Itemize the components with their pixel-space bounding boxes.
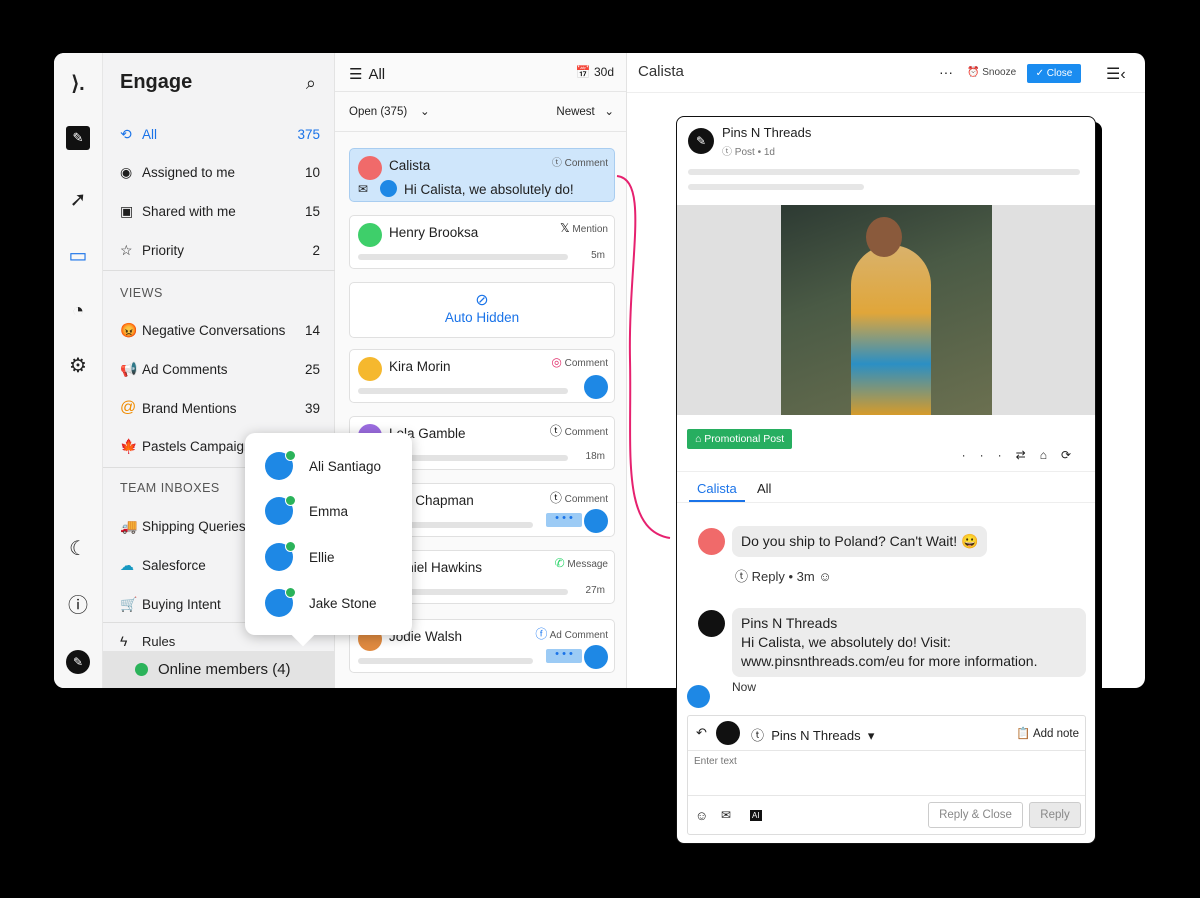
more-icon[interactable]: ··· [962,448,1016,462]
member-item[interactable]: Ali Santiago [265,450,382,481]
member-name: Ellie [309,549,335,565]
post-actions: ···⇄⌂⟳ [962,448,1085,462]
member-item[interactable]: Jake Stone [265,587,377,618]
label: Add note [1032,728,1079,740]
post-image-area [677,205,1095,415]
account-selector[interactable]: ⓣ Pins N Threads ▾ [751,725,874,744]
meta: Post • 1d [734,147,775,158]
divider [688,750,1085,751]
member-avatar [265,541,296,571]
model-figure [851,245,931,415]
customer-avatar [698,528,725,555]
template-icon[interactable]: ✉ [721,808,731,822]
post-meta: ⓣ Post • 1d [722,147,775,158]
message-text: Hi Calista, we absolutely do! Visit: www… [741,634,1038,669]
tab-calista[interactable]: Calista [689,481,745,502]
reply-close-button[interactable]: Reply & Close [928,802,1023,828]
message-meta: ⓣ Reply • 3m ☺ [735,569,832,584]
member-name: Ali Santiago [309,458,382,474]
reply-input[interactable] [694,756,1074,767]
author: Pins N Threads [741,615,838,631]
time: 3m [796,569,815,584]
member-item[interactable]: Emma [265,495,349,526]
divider [677,471,1095,472]
ai-button[interactable]: AI [750,810,762,821]
brand-avatar [698,610,725,637]
reply-link[interactable]: Reply [752,569,785,584]
emoji-icon[interactable]: ☺ [695,808,708,823]
reply-button[interactable]: Reply [1029,802,1081,828]
divider [677,502,1095,503]
translate-icon[interactable]: ⇄ [1016,448,1040,462]
emoji-icon[interactable]: ☺ [818,569,831,584]
tag-icon[interactable]: ⌂ [1040,448,1061,462]
add-note-button[interactable]: 📋 Add note [1016,726,1079,740]
member-item[interactable]: Ellie [265,541,335,572]
customer-message: Do you ship to Poland? Can't Wait! 😀 [732,526,988,557]
text-placeholder [688,184,864,190]
brand-avatar: ✎ [688,128,714,154]
divider [688,795,1085,796]
time: Now [732,680,757,694]
member-avatar [265,495,296,525]
label: Promotional Post [704,433,785,445]
label: Pins N Threads [771,728,861,743]
promotional-tag: ⌂ Promotional Post [687,429,793,449]
member-avatar [265,587,296,617]
threads-icon: ⓣ [735,569,749,584]
member-name: Emma [309,503,349,519]
online-members-popover: Ali Santiago Emma Ellie Jake Stone [245,433,412,647]
text-placeholder [688,169,1080,175]
repost-icon[interactable]: ⟳ [1061,448,1085,462]
post-author: Pins N Threads [722,125,812,140]
reply-icon[interactable]: ↶ [696,725,707,741]
member-name: Jake Stone [309,595,377,611]
composer: ↶ ⓣ Pins N Threads ▾ 📋 Add note ☺ ✉ AI R… [687,715,1086,835]
member-avatar [265,450,296,480]
brand-message: Pins N Threads Hi Calista, we absolutely … [732,608,1086,677]
post-image [781,205,992,415]
account-avatar [716,721,740,745]
agent-avatar [687,685,710,708]
model-head [866,217,902,257]
tab-all[interactable]: All [757,481,771,496]
post-panel: ✎ Pins N Threads ⓣ Post • 1d ⌂ Promotion… [676,116,1096,844]
